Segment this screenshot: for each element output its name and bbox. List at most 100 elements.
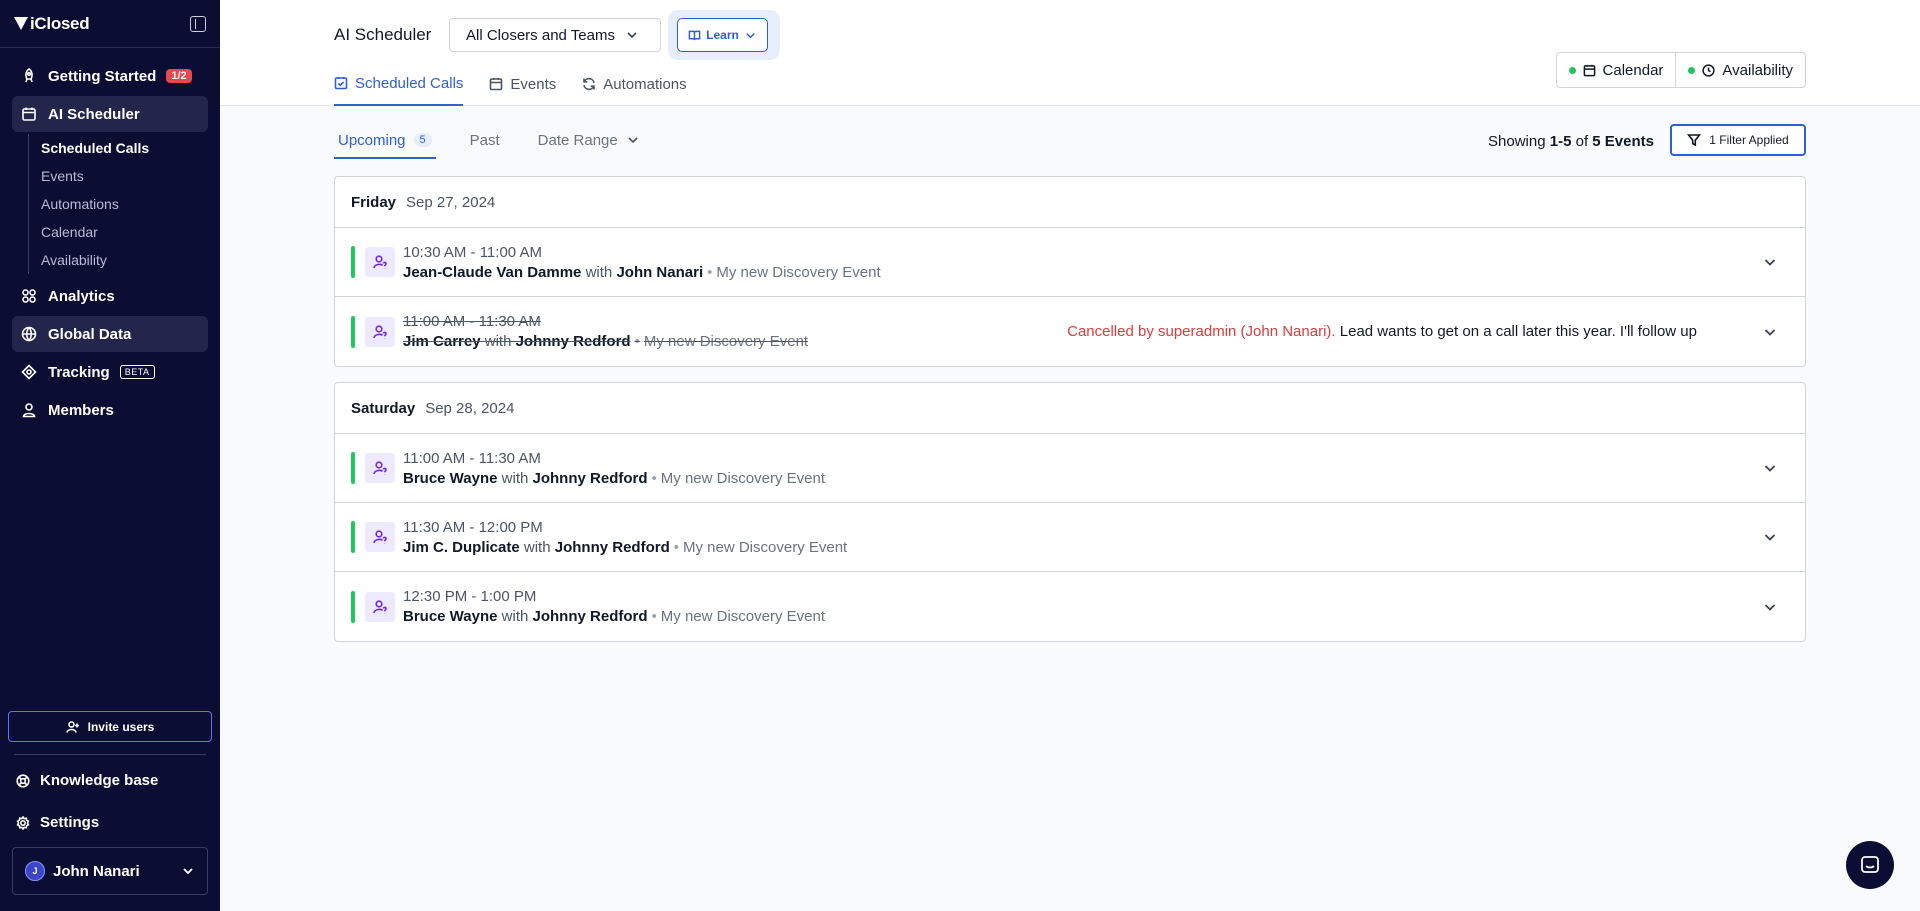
event-row[interactable]: 12:30 PM - 1:00 PM Bruce Wayne with John… xyxy=(335,572,1805,641)
tab-past[interactable]: Past xyxy=(466,121,504,159)
tab-label: Upcoming xyxy=(338,131,406,149)
cancel-reason-text: Lead wants to get on a call later this y… xyxy=(1335,323,1697,340)
subnav-scheduled-calls[interactable]: Scheduled Calls xyxy=(41,134,208,162)
event-time: 11:00 AM - 11:30 AM xyxy=(403,313,541,330)
event-participants: Jim Carrey with Johnny Redford • My new Di… xyxy=(403,333,808,350)
sidebar-item-label: Getting Started xyxy=(48,67,157,85)
with-label: with xyxy=(501,469,529,487)
showing-prefix: Showing xyxy=(1488,133,1550,150)
date-range-dropdown[interactable]: Date Range xyxy=(534,121,644,159)
filter-button[interactable]: 1 Filter Applied xyxy=(1670,124,1806,156)
event-time: 11:00 AM - 11:30 AM xyxy=(403,449,541,467)
calendar-toggle[interactable]: Calendar xyxy=(1557,53,1676,87)
avatar: J xyxy=(25,861,45,881)
sidebar-item-analytics[interactable]: Analytics xyxy=(12,278,208,314)
knowledge-base-label: Knowledge base xyxy=(40,772,159,789)
event-details: 10:30 AM - 11:00 AM Jean-Claude Van Damm… xyxy=(403,244,881,281)
expand-chevron-icon[interactable] xyxy=(1763,255,1777,269)
main-area: AI Scheduler All Closers and Teams Learn… xyxy=(220,0,1920,911)
subnav-events[interactable]: Events xyxy=(41,162,208,190)
tab-scheduled-calls[interactable]: Scheduled Calls xyxy=(334,70,464,106)
sidebar-item-tracking[interactable]: Tracking BETA xyxy=(12,354,208,390)
sidebar-header: iClosed xyxy=(0,0,220,48)
sidebar-item-getting-started[interactable]: Getting Started 1/2 xyxy=(12,58,208,94)
team-select-dropdown[interactable]: All Closers and Teams xyxy=(449,18,661,52)
event-participants: Bruce Wayne with Johnny Redford • My new D… xyxy=(403,608,825,625)
book-icon xyxy=(688,30,701,40)
sidebar-item-label: Members xyxy=(48,401,114,419)
date-range-label: Date Range xyxy=(537,131,618,149)
expand-chevron-icon[interactable] xyxy=(1763,461,1777,475)
lead-name: Jean-Claude Van Damme xyxy=(403,263,582,281)
event-row[interactable]: 10:30 AM - 11:00 AM Jean-Claude Van Damm… xyxy=(335,228,1805,297)
sidebar-nav: Getting Started 1/2 AI Scheduler Schedul… xyxy=(0,48,220,428)
settings-link[interactable]: Settings xyxy=(16,814,99,831)
separator-dot: • xyxy=(707,263,713,281)
tab-label: Past xyxy=(469,131,500,149)
sidebar-item-ai-scheduler[interactable]: AI Scheduler xyxy=(12,96,208,132)
event-type-name: My new Discovery Event xyxy=(660,469,825,487)
sidebar-item-members[interactable]: Members xyxy=(12,392,208,428)
knowledge-base-link[interactable]: Knowledge base xyxy=(16,772,158,789)
sidebar-divider xyxy=(14,754,206,755)
user-question-icon xyxy=(365,591,395,622)
tab-upcoming[interactable]: Upcoming 5 xyxy=(334,121,436,159)
tab-automations[interactable]: Automations xyxy=(582,70,687,106)
learn-label: Learn xyxy=(706,28,739,42)
progress-badge: 1/2 xyxy=(166,69,192,83)
learn-button[interactable]: Learn xyxy=(677,18,768,52)
connected-status-dot xyxy=(1688,66,1696,74)
invite-users-button[interactable]: Invite users xyxy=(8,711,212,742)
day-group: Saturday Sep 28, 2024 11:00 AM - 11:30 A… xyxy=(334,382,1806,642)
invite-users-label: Invite users xyxy=(87,719,155,734)
page-title: AI Scheduler xyxy=(334,25,432,44)
team-select-value: All Closers and Teams xyxy=(466,26,615,44)
main-tabs: Scheduled Calls Events Automations xyxy=(334,70,713,106)
subnav-calendar[interactable]: Calendar xyxy=(41,218,208,246)
clock-icon xyxy=(1702,63,1716,77)
event-row[interactable]: 11:00 AM - 11:30 AM Bruce Wayne with Joh… xyxy=(335,434,1805,503)
toggle-label: Availability xyxy=(1722,61,1793,79)
host-name: Johnny Redford xyxy=(532,608,648,625)
availability-toggle[interactable]: Availability xyxy=(1675,53,1805,87)
page-header: AI Scheduler All Closers and Teams Learn… xyxy=(220,0,1920,106)
logo-text: iClosed xyxy=(30,13,90,33)
event-type-name: My new Discovery Event xyxy=(660,608,825,625)
collapse-sidebar-icon[interactable] xyxy=(190,15,206,32)
time-filter-tabs: Upcoming 5 Past Date Range xyxy=(334,121,674,159)
expand-chevron-icon[interactable] xyxy=(1763,600,1777,614)
day-date: Sep 28, 2024 xyxy=(425,399,515,417)
user-question-icon xyxy=(365,316,395,347)
user-plus-icon xyxy=(65,720,79,733)
sidebar-item-global-data[interactable]: Global Data xyxy=(12,316,208,352)
user-name: John Nanari xyxy=(53,862,140,880)
expand-chevron-icon[interactable] xyxy=(1763,530,1777,544)
tab-events[interactable]: Events xyxy=(489,70,556,106)
user-menu[interactable]: J John Nanari xyxy=(12,847,208,895)
event-row[interactable]: 11:30 AM - 12:00 PM Jim C. Duplicate wit… xyxy=(335,503,1805,572)
chevron-down-icon xyxy=(746,32,755,38)
with-label: with xyxy=(523,538,551,556)
calendar-icon xyxy=(20,105,38,123)
help-icon xyxy=(16,773,30,788)
connected-status-dot xyxy=(1568,66,1576,74)
filter-icon xyxy=(1687,134,1702,147)
gear-icon xyxy=(16,815,30,830)
event-time: 10:30 AM - 11:00 AM xyxy=(403,243,542,261)
chevron-down-icon xyxy=(183,868,193,875)
day-group: Friday Sep 27, 2024 10:30 AM - 11:00 AM … xyxy=(334,176,1806,367)
event-details: 12:30 PM - 1:00 PM Bruce Wayne with John… xyxy=(403,588,825,625)
host-name: Johnny Redford xyxy=(532,469,648,487)
logo[interactable]: iClosed xyxy=(14,13,90,34)
event-type-name: My new Discovery Event xyxy=(643,333,809,350)
with-label: with xyxy=(501,608,529,625)
subnav-automations[interactable]: Automations xyxy=(41,190,208,218)
event-row-cancelled[interactable]: 11:00 AM - 11:30 AM Jim Carrey with John… xyxy=(335,297,1805,366)
separator-dot: • xyxy=(651,469,657,487)
expand-chevron-icon[interactable] xyxy=(1763,325,1777,339)
tab-label: Automations xyxy=(603,75,687,93)
chevron-down-icon xyxy=(627,32,637,39)
subnav-availability[interactable]: Availability xyxy=(41,246,208,274)
host-name: John Nanari xyxy=(616,263,704,281)
support-chat-button[interactable] xyxy=(1846,841,1894,889)
